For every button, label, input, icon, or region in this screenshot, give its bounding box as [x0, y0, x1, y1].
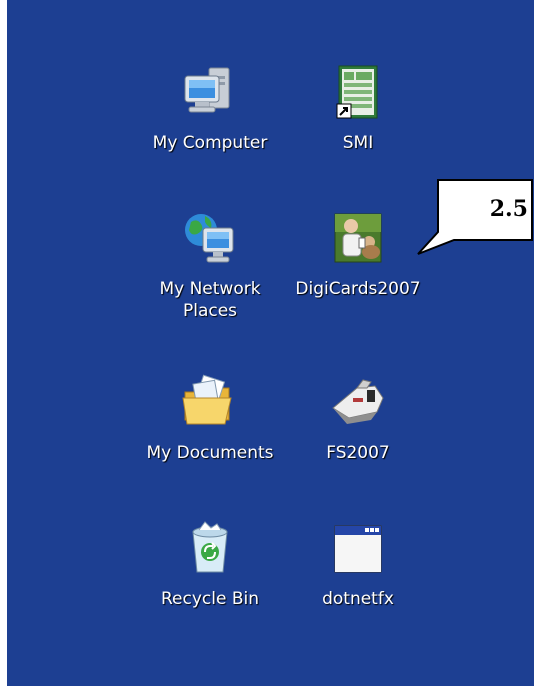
icon-label: dotnetfx: [322, 589, 394, 609]
callout-label: 2.5: [489, 196, 528, 222]
screenshot-frame: My Computer SMI My Network Places DigiCa…: [0, 0, 534, 686]
annotation-callout: 2.5: [410, 178, 534, 263]
digicards-icon: [334, 213, 382, 263]
desktop-icon-my-computer[interactable]: My Computer: [135, 62, 285, 154]
my-documents-icon: [182, 374, 232, 425]
desktop-icon-network-places[interactable]: My Network Places: [135, 208, 285, 322]
dotnetfx-icon: [334, 525, 382, 573]
desktop-icon-dotnetfx[interactable]: dotnetfx: [283, 518, 433, 610]
smi-shortcut-icon: [336, 65, 378, 119]
icon-label: SMI: [342, 133, 374, 153]
recycle-bin-icon: [192, 521, 228, 573]
icon-label: FS2007: [326, 443, 390, 463]
desktop: My Computer SMI My Network Places DigiCa…: [7, 0, 534, 686]
icon-label: My Network Places: [159, 279, 261, 321]
desktop-icon-recycle-bin[interactable]: Recycle Bin: [135, 518, 285, 610]
icon-label: My Computer: [152, 133, 268, 153]
desktop-icon-smi[interactable]: SMI: [283, 62, 433, 154]
icon-label: Recycle Bin: [160, 589, 259, 609]
desktop-icon-fs2007[interactable]: FS2007: [283, 372, 433, 464]
fs2007-icon: [332, 379, 384, 424]
icon-label: DigiCards2007: [295, 279, 421, 299]
my-computer-icon: [184, 67, 230, 113]
network-places-icon: [185, 214, 234, 263]
icon-label: My Documents: [146, 443, 274, 463]
desktop-icon-my-documents[interactable]: My Documents: [135, 372, 285, 464]
